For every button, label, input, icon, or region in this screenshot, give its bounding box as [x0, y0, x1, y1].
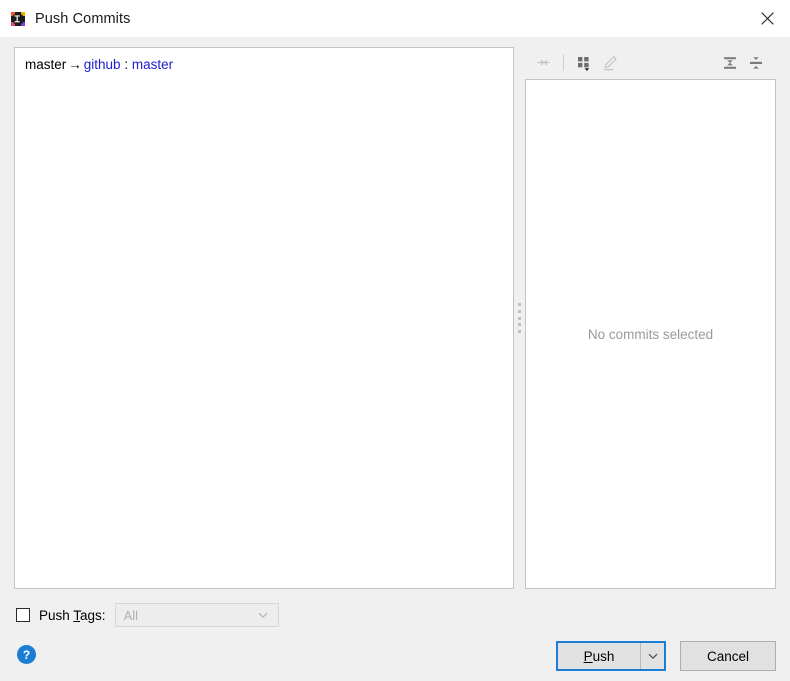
push-tags-combo-value: All — [123, 607, 139, 623]
dialog-button-bar: Push Cancel — [556, 641, 776, 671]
edit-source-icon[interactable] — [597, 51, 623, 75]
push-button-suffix: ush — [592, 648, 615, 664]
splitter-grip-icon — [518, 303, 521, 333]
remote-branch-link[interactable]: master — [132, 57, 173, 72]
arrow-icon: → — [68, 57, 82, 72]
close-icon[interactable] — [744, 0, 790, 37]
window-titlebar: Push Commits — [0, 0, 790, 37]
chevron-down-icon — [257, 609, 278, 621]
panel-splitter[interactable] — [514, 47, 525, 589]
push-split-button[interactable]: Push — [556, 641, 666, 671]
remote-name-link[interactable]: github — [84, 57, 121, 72]
cancel-button[interactable]: Cancel — [680, 641, 776, 671]
svg-text:?: ? — [23, 648, 30, 662]
expand-all-icon[interactable] — [717, 51, 743, 75]
help-icon[interactable]: ? — [17, 645, 36, 664]
details-toolbar — [525, 47, 776, 78]
branch-separator: : — [124, 57, 129, 72]
show-diff-icon[interactable] — [530, 51, 556, 75]
branch-row[interactable]: master → github : master — [15, 48, 513, 72]
push-tags-label-prefix: Push — [39, 607, 74, 623]
intellij-idea-icon — [10, 11, 26, 27]
push-tags-label-suffix: ags: — [80, 607, 106, 623]
commit-details-panel: No commits selected — [525, 79, 776, 589]
collapse-all-icon[interactable] — [743, 51, 769, 75]
dialog-content: master → github : master No commits sele… — [0, 37, 790, 681]
push-tags-label: Push Tags: — [39, 608, 106, 623]
commits-list-panel[interactable]: master → github : master — [14, 47, 514, 589]
local-branch-label: master — [25, 57, 67, 72]
push-tags-combo[interactable]: All — [114, 603, 279, 627]
push-button[interactable]: Push — [558, 643, 641, 669]
push-button-mnemonic: P — [583, 648, 593, 664]
empty-state-message: No commits selected — [587, 326, 714, 342]
details-column: No commits selected — [525, 47, 776, 589]
window-title: Push Commits — [35, 10, 131, 27]
toolbar-separator — [563, 54, 564, 71]
push-tags-checkbox[interactable] — [16, 608, 30, 622]
group-by-icon[interactable] — [571, 51, 597, 75]
push-dropdown-button[interactable] — [641, 643, 664, 669]
push-tags-row: Push Tags: All — [16, 603, 279, 627]
